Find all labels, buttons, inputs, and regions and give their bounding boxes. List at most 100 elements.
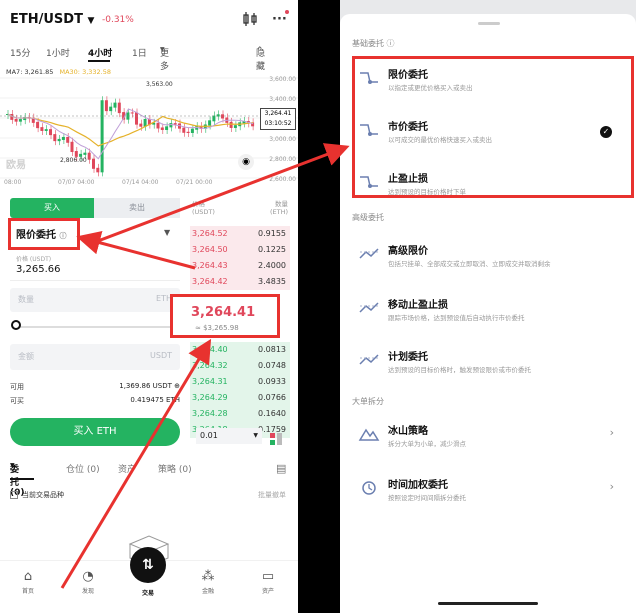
candle — [87, 152, 91, 160]
more-icon[interactable]: ··· — [272, 12, 287, 27]
option-trailing-stop[interactable]: 移动止盈止损 跟踪市场价格，达到预设值后自动执行市价委托 — [356, 296, 620, 336]
tab-positions[interactable]: 仓位 (0) — [66, 462, 100, 475]
current-price-tag-value: 3,264.41 — [264, 110, 292, 117]
tab-strategies[interactable]: 策略 (0) — [158, 462, 192, 475]
candlestick-chart[interactable]: 3,600.003,400.003,200.003,000.002,800.00… — [0, 74, 298, 186]
orderbook-qty: 0.1640 — [258, 409, 286, 418]
orderbook-ask-row[interactable]: 3,264.50 0.1225 — [190, 242, 290, 258]
mid-price-usd: ≈ $3,265.98 — [195, 324, 239, 332]
option-trigger-order[interactable]: 计划委托 达到预设的目标价格时，触发预设限价或市价委托 — [356, 348, 620, 388]
option-title: 时间加权委托 — [388, 480, 448, 491]
orderbook-ask-row[interactable]: 3,264.52 0.9155 — [190, 226, 290, 242]
tab-1h[interactable]: 1小时 — [46, 46, 70, 59]
tab-15m[interactable]: 15分 — [10, 46, 30, 59]
nav-home[interactable]: ⌂ 首页 — [8, 569, 48, 595]
nav-trade-label[interactable]: 交易 — [131, 588, 165, 597]
highlight-order-type — [8, 218, 80, 250]
sell-tab[interactable]: 卖出 — [94, 198, 180, 218]
candle — [44, 129, 48, 131]
orderbook-ask-row[interactable]: 3,264.42 3.4835 — [190, 274, 290, 290]
candle — [221, 114, 224, 119]
caret-down-icon[interactable]: ▼ — [164, 228, 170, 237]
slider-handle[interactable] — [11, 320, 21, 330]
tab-4h[interactable]: 4小时 — [88, 46, 112, 59]
option-advanced-limit[interactable]: 高级限价 包括只挂单、全部成交或立即取消、立即成交并取消剩余 — [356, 242, 620, 282]
sheet-grabber[interactable] — [478, 22, 500, 25]
amount-slider-track[interactable] — [16, 326, 176, 328]
plus-circle-icon[interactable]: ⊕ — [174, 382, 180, 390]
orderbook-bid-row[interactable]: 3,264.40 0.0813 — [190, 342, 290, 358]
pair-selector[interactable]: ETH/USDT ▼ — [10, 12, 94, 27]
x-tick-label: 07/14 04:00 — [122, 179, 159, 186]
watermark: 欧易 — [6, 160, 26, 171]
tab-1d[interactable]: 1日 — [132, 46, 147, 59]
current-pair-filter[interactable]: 当前交易品种 — [10, 490, 64, 500]
option-title: 冰山策略 — [388, 426, 428, 437]
candle — [36, 121, 40, 129]
quantity-placeholder: 数量 — [18, 295, 34, 304]
high-label: 3,563.00 — [146, 81, 173, 88]
caret-down-icon: ▼ — [160, 46, 165, 53]
orderbook-bid-row[interactable]: 3,264.32 0.0748 — [190, 358, 290, 374]
bottom-nav: ⌂ 首页 ◔ 发现 ⇅ 交易 ⁂ 金融 ▭ 资产 — [0, 547, 298, 613]
orderbook-price: 3,264.28 — [192, 409, 228, 418]
orderbook-qty: 0.1225 — [258, 245, 286, 254]
candle — [61, 136, 65, 140]
tab-assets[interactable]: 资产 — [118, 462, 136, 475]
orderbook-ask-row[interactable]: 3,264.43 2.4000 — [190, 258, 290, 274]
home-icon: ⌂ — [23, 569, 33, 584]
order-history-icon[interactable]: ▤ — [276, 462, 286, 475]
option-iceberg[interactable]: 冰山策略 拆分大单为小单，减少滑点 › — [356, 422, 620, 462]
y-tick-label: 3,400.00 — [269, 96, 296, 103]
candle — [74, 151, 78, 157]
candle — [233, 125, 237, 128]
candle — [173, 123, 177, 125]
candle — [160, 127, 164, 130]
option-twap[interactable]: 时间加权委托 按照设定时间间隔拆分委托 › — [356, 476, 620, 516]
candle — [208, 120, 212, 126]
candle — [100, 100, 104, 173]
can-buy-label: 可买 — [10, 397, 24, 405]
buy-eth-button[interactable]: 买入 ETH — [10, 418, 180, 446]
orderbook-price: 3,264.31 — [192, 377, 228, 386]
nav-discover[interactable]: ◔ 发现 — [68, 569, 108, 595]
candle — [53, 134, 57, 142]
option-title: 高级限价 — [388, 246, 428, 257]
depth-mode-icon[interactable] — [270, 430, 282, 445]
wallet-icon: ▭ — [261, 569, 275, 584]
candle — [104, 100, 108, 112]
y-tick-label: 3,600.00 — [269, 76, 296, 83]
nav-finance[interactable]: ⁂ 金融 — [188, 569, 228, 595]
candlestick-icon[interactable] — [242, 12, 258, 30]
orderbook-bid-row[interactable]: 3,264.29 0.0766 — [190, 390, 290, 406]
eye-icon[interactable]: ◉ — [238, 154, 254, 170]
candle — [165, 126, 169, 130]
quantity-input[interactable]: 数量 ETH — [10, 288, 180, 312]
bulk-cancel-button[interactable]: 批量撤单 — [258, 490, 286, 500]
orderbook-price: 3,264.29 — [192, 393, 228, 402]
x-tick-label: 07/21 00:00 — [176, 179, 213, 186]
trade-icon[interactable]: ⇅ — [130, 547, 166, 583]
precision-select[interactable]: 0.01 ▼ — [196, 428, 262, 444]
option-desc: 拆分大单为小单，减少滑点 — [388, 440, 466, 448]
price-input[interactable]: 3,265.66 — [16, 264, 61, 275]
orderbook-bid-row[interactable]: 3,264.31 0.0933 — [190, 374, 290, 390]
buy-tab[interactable]: 买入 — [10, 198, 94, 218]
candle — [113, 102, 117, 108]
candle — [130, 112, 134, 114]
nav-assets[interactable]: ▭ 资产 — [248, 569, 288, 595]
orderbook-price: 3,264.42 — [192, 277, 228, 286]
highlight-mid-price: 3,264.41 ≈ $3,265.98 — [170, 294, 280, 338]
option-desc: 达到预设的目标价格时，触发预设限价或市价委托 — [388, 366, 531, 374]
orderbook-qty: 0.0766 — [258, 393, 286, 402]
notification-dot — [285, 10, 289, 14]
orderbook-price: 3,264.50 — [192, 245, 228, 254]
option-desc: 包括只挂单、全部成交或立即取消、立即成交并取消剩余 — [388, 260, 551, 268]
timeframe-tabs: 15分 1小时 4小时 1日 更多 ▼ 隐藏 ⌃ — [0, 46, 298, 72]
mid-price[interactable]: 3,264.41 — [191, 305, 255, 320]
y-tick-label: 2,800.00 — [269, 156, 296, 163]
orderbook-price-head: 价格 (USDT) — [192, 200, 215, 216]
amount-input[interactable]: 金额 USDT — [10, 344, 180, 370]
checkbox[interactable] — [10, 491, 18, 499]
orderbook-bid-row[interactable]: 3,264.28 0.1640 — [190, 406, 290, 422]
